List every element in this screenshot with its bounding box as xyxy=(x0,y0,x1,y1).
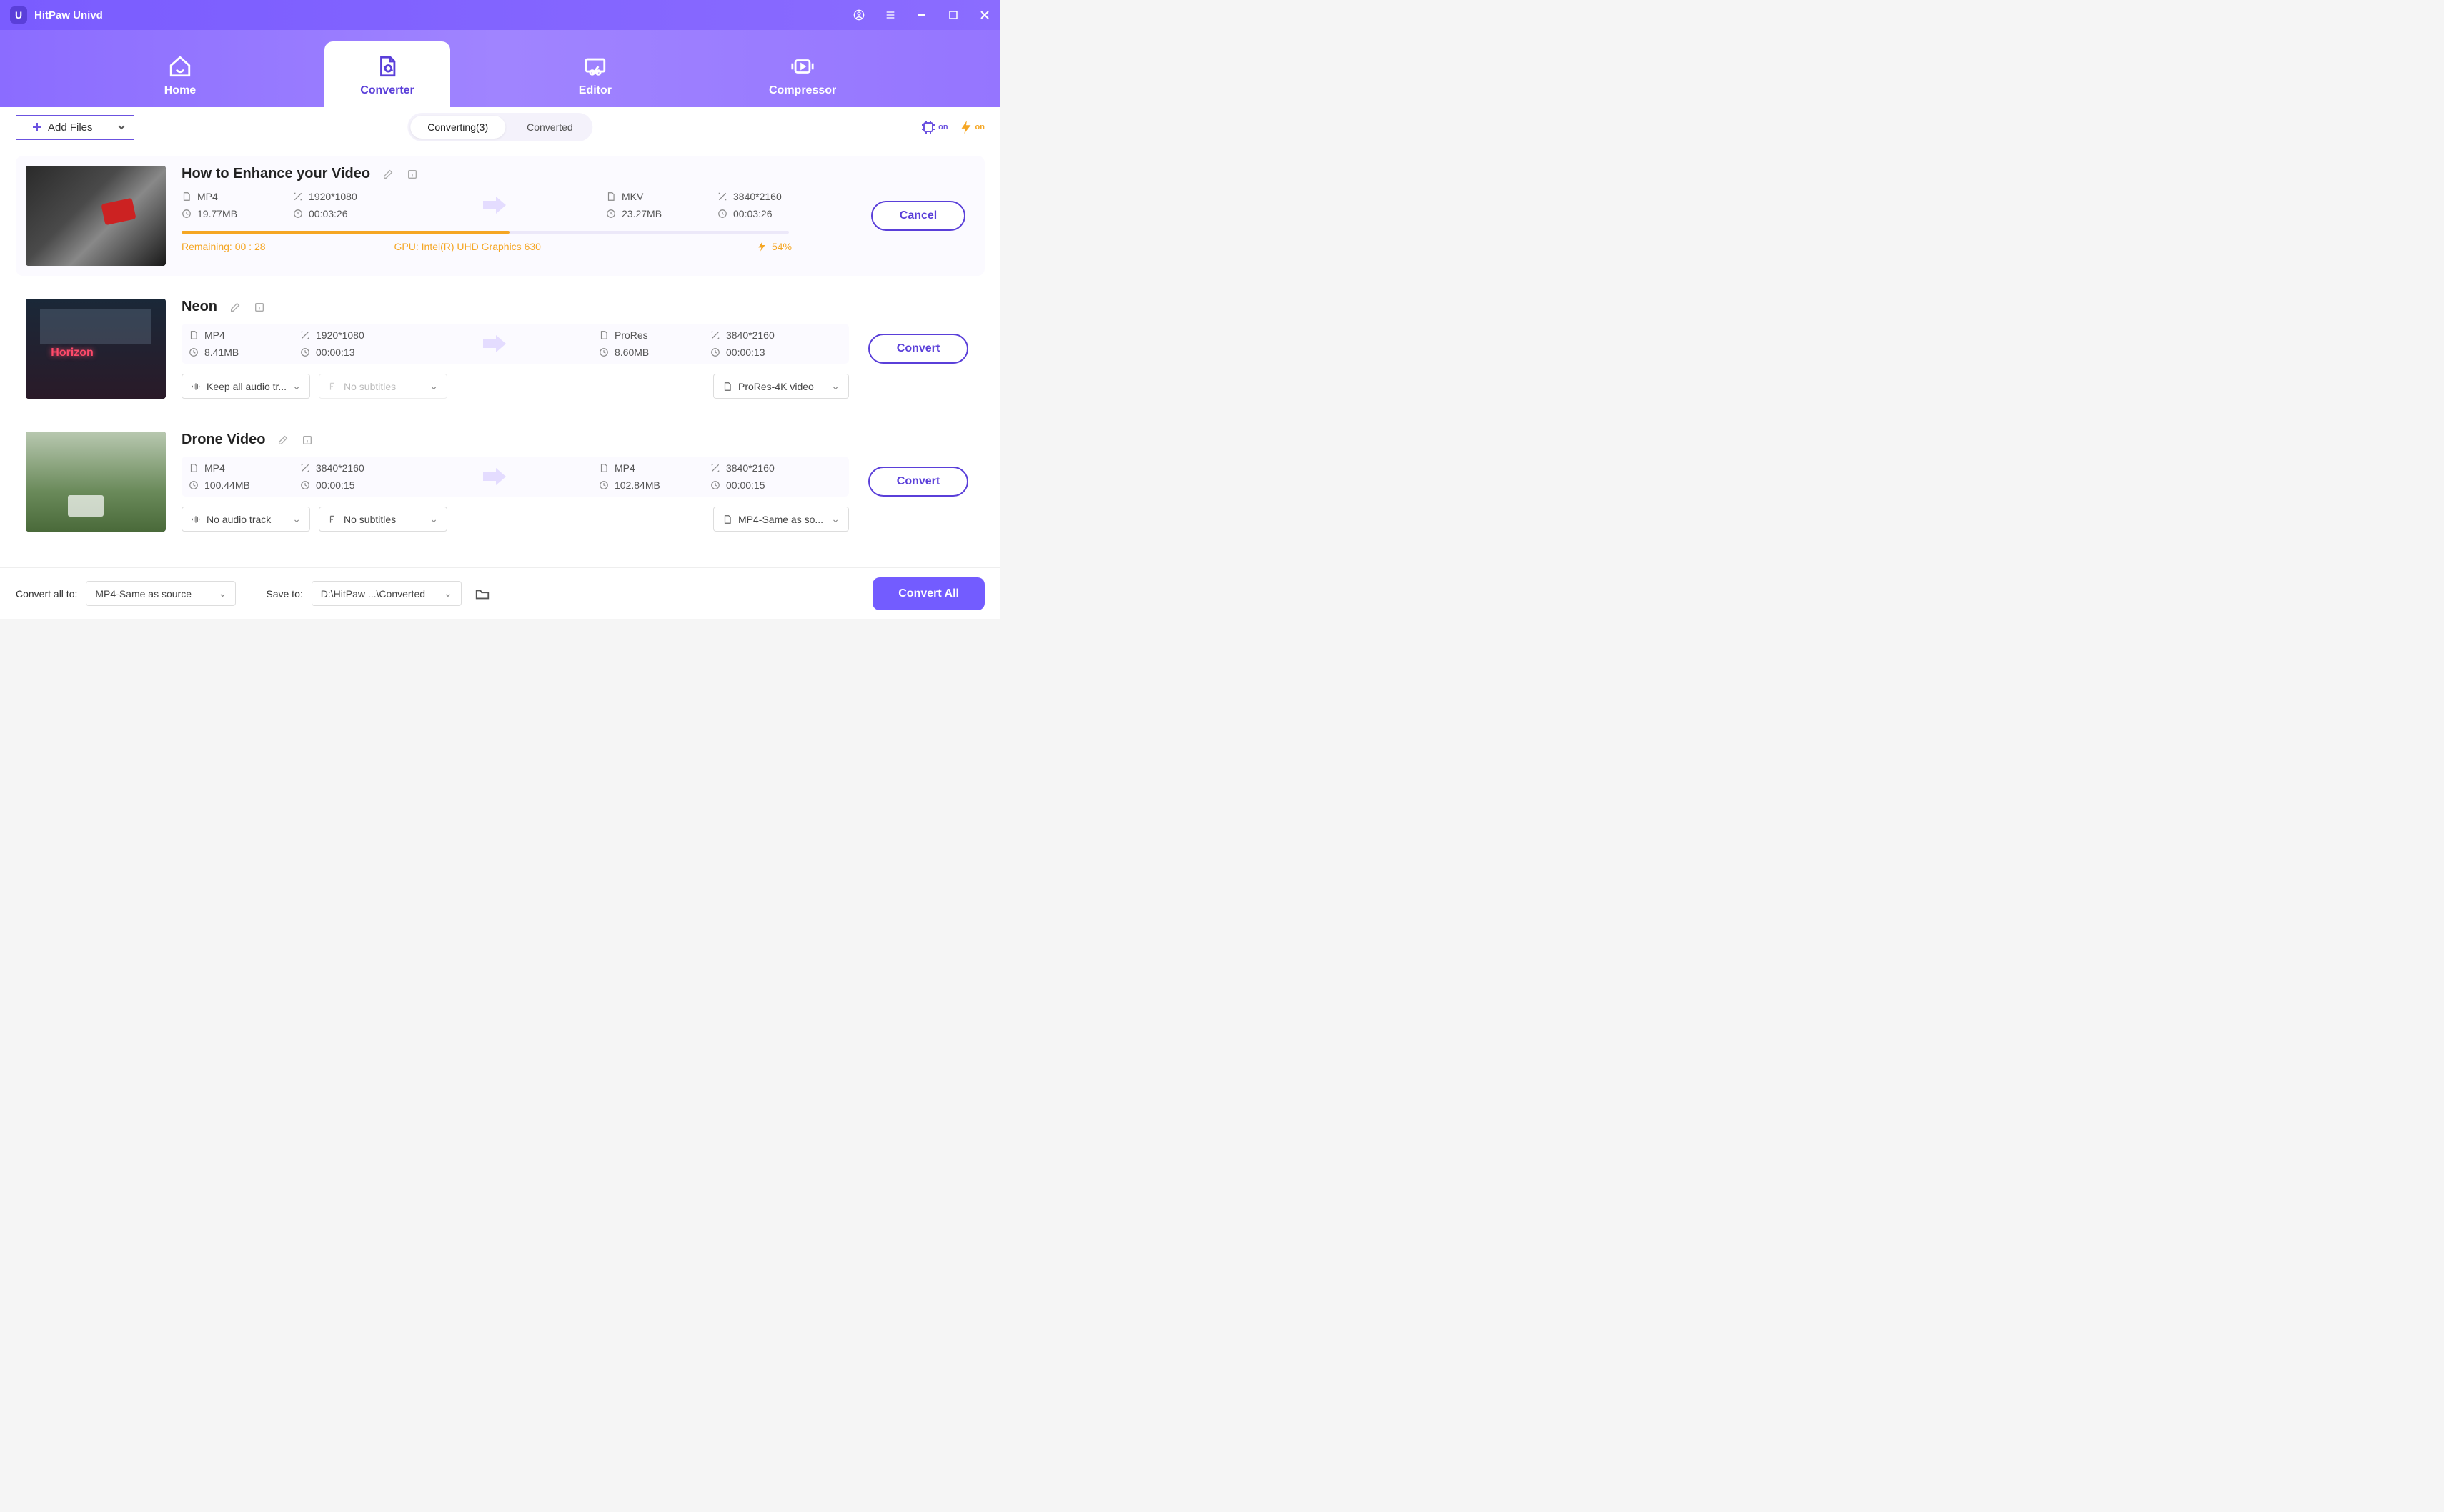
nav-editor[interactable]: Editor xyxy=(550,44,640,107)
app-title: HitPaw Univd xyxy=(34,9,103,21)
subtitle-icon xyxy=(328,382,338,392)
nav-converter[interactable]: Converter xyxy=(324,41,450,107)
file-card: Drone Video MP4 3840*2160 100.44MB 00:00… xyxy=(16,422,985,542)
save-to-label: Save to: xyxy=(266,588,302,600)
progress-bar xyxy=(182,231,789,234)
lightning-icon xyxy=(756,241,768,252)
toolbar: Add Files Converting(3) Converted on on xyxy=(0,107,1000,147)
main-nav: Home Converter Editor Compressor xyxy=(0,30,1000,107)
file-card: How to Enhance your Video MP4 1920*1080 … xyxy=(16,156,985,276)
arrow-right-icon xyxy=(482,195,507,215)
convert-all-to-select[interactable]: MP4-Same as source ⌄ xyxy=(86,581,236,606)
info-icon[interactable] xyxy=(406,168,419,181)
audio-track-select[interactable]: No audio track ⌄ xyxy=(182,507,310,532)
gpu-toggle-label: on xyxy=(938,123,948,131)
file-list: How to Enhance your Video MP4 1920*1080 … xyxy=(0,147,1000,567)
chevron-down-icon: ⌄ xyxy=(831,513,840,525)
chevron-down-icon: ⌄ xyxy=(429,380,438,392)
gpu-toggle[interactable]: on xyxy=(920,119,948,136)
nav-converter-label: Converter xyxy=(360,84,414,97)
file-title: Drone Video xyxy=(182,432,265,448)
audio-icon xyxy=(191,514,201,524)
thumbnail[interactable] xyxy=(26,299,166,399)
clock-icon xyxy=(293,209,303,219)
file-icon xyxy=(182,192,192,202)
convert-button[interactable]: Convert xyxy=(868,334,968,364)
add-files-label: Add Files xyxy=(48,121,93,134)
chevron-down-icon: ⌄ xyxy=(444,587,452,600)
footer-bar: Convert all to: MP4-Same as source ⌄ Sav… xyxy=(0,567,1000,619)
file-icon xyxy=(722,514,732,524)
menu-icon[interactable] xyxy=(885,9,896,21)
minimize-button[interactable] xyxy=(916,9,928,21)
cancel-button[interactable]: Cancel xyxy=(871,201,965,231)
rename-icon[interactable] xyxy=(229,301,242,314)
add-files-button[interactable]: Add Files xyxy=(16,115,109,140)
gpu-chip-icon xyxy=(920,119,937,136)
folder-icon xyxy=(474,586,491,602)
audio-icon xyxy=(191,382,201,392)
close-button[interactable] xyxy=(979,9,990,21)
nav-editor-label: Editor xyxy=(579,84,612,97)
account-icon[interactable] xyxy=(853,9,865,21)
accel-toggle[interactable]: on xyxy=(958,118,985,136)
info-icon[interactable] xyxy=(301,434,314,447)
accel-toggle-label: on xyxy=(975,123,985,131)
app-logo-icon: U xyxy=(10,6,27,24)
gpu-label: GPU: Intel(R) UHD Graphics 630 xyxy=(394,241,541,252)
nav-home-label: Home xyxy=(164,84,196,97)
save-to-select[interactable]: D:\HitPaw ...\Converted ⌄ xyxy=(312,581,462,606)
output-format-select[interactable]: MP4-Same as so... ⌄ xyxy=(713,507,849,532)
compressor-icon xyxy=(790,54,815,79)
chevron-down-icon: ⌄ xyxy=(219,587,227,600)
maximize-button[interactable] xyxy=(948,9,959,21)
convert-button[interactable]: Convert xyxy=(868,467,968,497)
nav-home[interactable]: Home xyxy=(136,44,224,107)
resolution-icon xyxy=(293,192,303,202)
tab-converted[interactable]: Converted xyxy=(510,116,590,139)
subtitle-select[interactable]: No subtitles ⌄ xyxy=(319,507,447,532)
size-icon xyxy=(606,209,616,219)
rename-icon[interactable] xyxy=(277,434,289,447)
chevron-down-icon: ⌄ xyxy=(831,380,840,392)
thumbnail[interactable] xyxy=(26,166,166,266)
titlebar: U HitPaw Univd xyxy=(0,0,1000,30)
file-title: Neon xyxy=(182,299,217,315)
audio-track-select[interactable]: Keep all audio tr... ⌄ xyxy=(182,374,310,399)
status-tabs: Converting(3) Converted xyxy=(407,113,592,141)
file-icon xyxy=(606,192,616,202)
thumbnail[interactable] xyxy=(26,432,166,532)
convert-all-to-label: Convert all to: xyxy=(16,588,77,600)
arrow-right-icon xyxy=(482,467,507,487)
lightning-icon xyxy=(958,118,974,136)
chevron-down-icon: ⌄ xyxy=(292,380,301,392)
remaining-label: Remaining: 00 : 28 xyxy=(182,241,266,252)
chevron-down-icon xyxy=(117,124,126,130)
nav-compressor[interactable]: Compressor xyxy=(740,44,865,107)
chevron-down-icon: ⌄ xyxy=(292,513,301,525)
progress-percent: 54% xyxy=(772,241,792,252)
subtitle-select[interactable]: No subtitles ⌄ xyxy=(319,374,447,399)
chevron-down-icon: ⌄ xyxy=(429,513,438,525)
converter-icon xyxy=(375,54,399,79)
tab-converting[interactable]: Converting(3) xyxy=(410,116,505,139)
resolution-icon xyxy=(717,192,727,202)
file-icon xyxy=(722,382,732,392)
open-folder-button[interactable] xyxy=(470,583,495,605)
arrow-right-icon xyxy=(482,334,507,354)
file-card: Neon MP4 1920*1080 8.41MB 00:00:13 xyxy=(16,289,985,409)
editor-icon xyxy=(583,54,607,79)
rename-icon[interactable] xyxy=(382,168,394,181)
subtitle-icon xyxy=(328,514,338,524)
file-title: How to Enhance your Video xyxy=(182,166,370,182)
size-icon xyxy=(182,209,192,219)
output-format-select[interactable]: ProRes-4K video ⌄ xyxy=(713,374,849,399)
home-icon xyxy=(168,54,192,79)
add-files-dropdown[interactable] xyxy=(109,115,134,140)
convert-all-button[interactable]: Convert All xyxy=(873,577,985,610)
info-icon[interactable] xyxy=(253,301,266,314)
plus-icon xyxy=(32,122,42,132)
clock-icon xyxy=(717,209,727,219)
nav-compressor-label: Compressor xyxy=(769,84,836,97)
